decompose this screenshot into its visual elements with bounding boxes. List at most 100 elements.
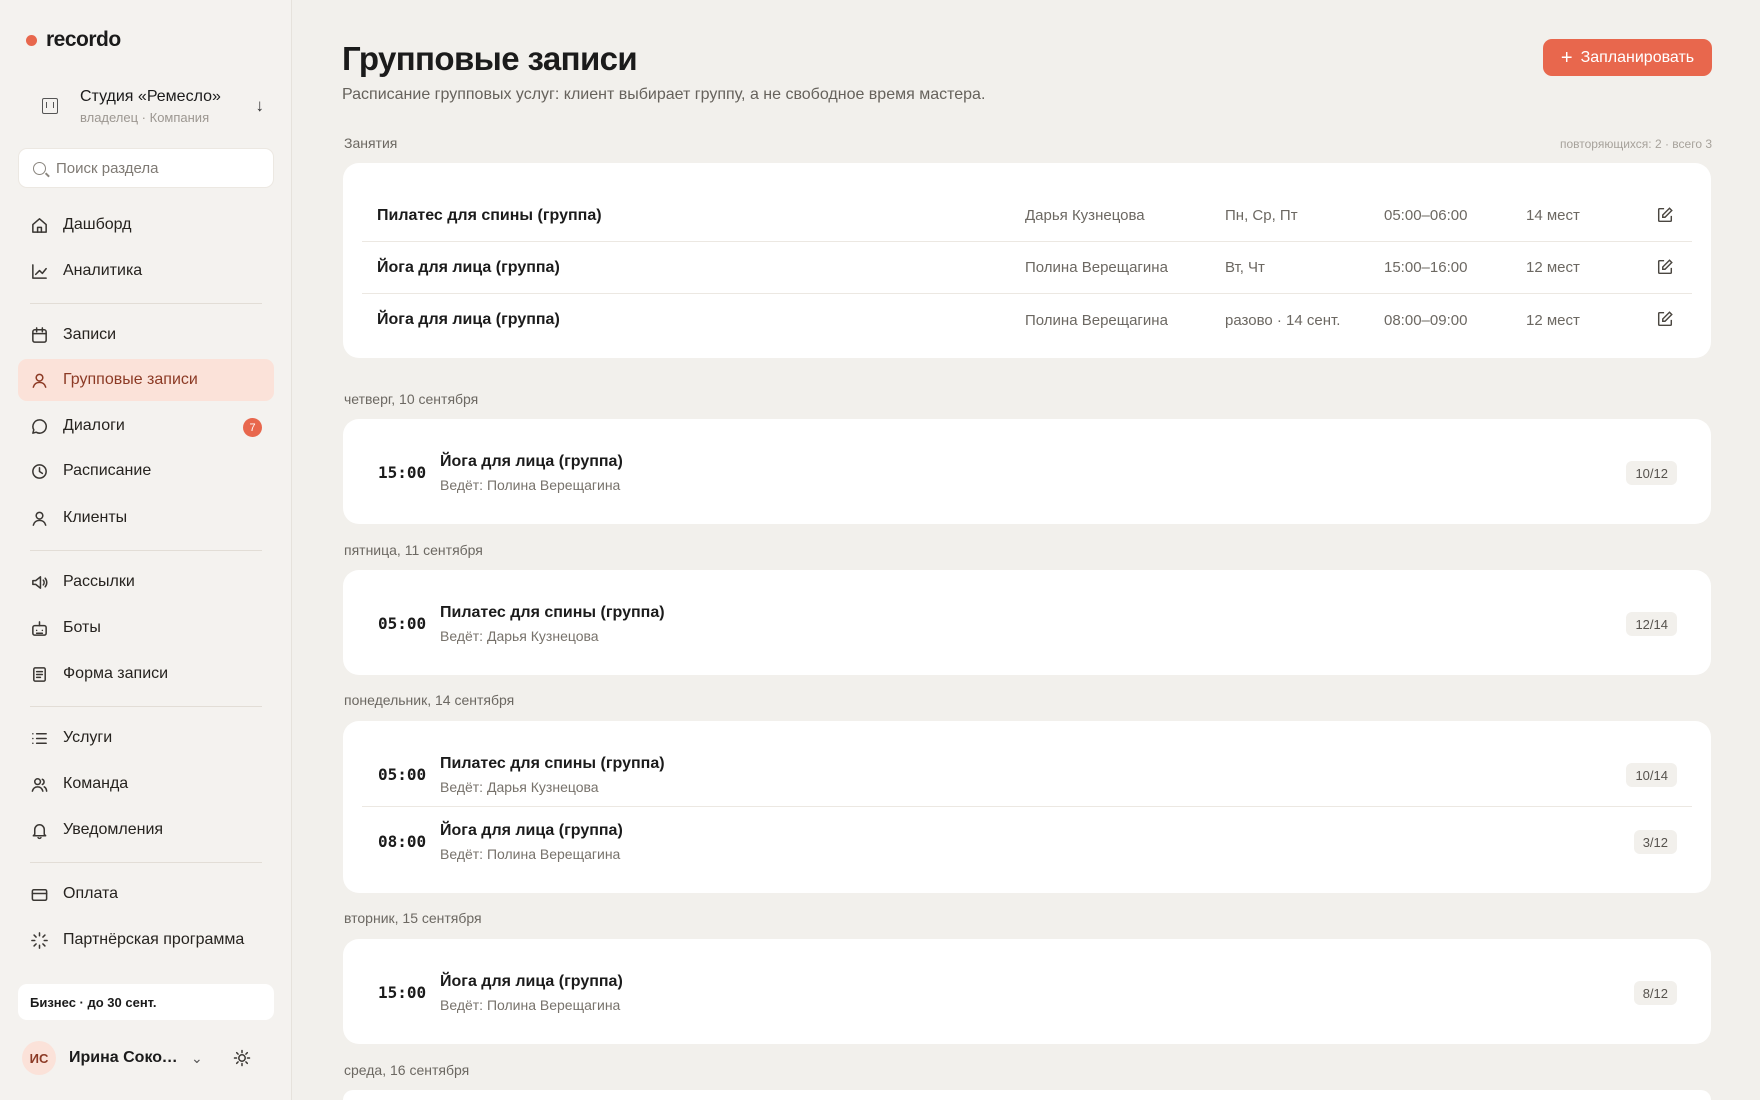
class-places: 14 мест — [1526, 207, 1580, 224]
sidebar-item-label: Боты — [63, 619, 101, 636]
list-icon — [28, 727, 50, 749]
sidebar-item-team[interactable]: Команда — [18, 763, 274, 805]
edit-icon[interactable] — [1656, 310, 1676, 330]
sidebar: recordo Студия «Ремесло» владелец · Комп… — [0, 0, 292, 1100]
logo[interactable]: recordo — [26, 28, 121, 52]
chat-bubble-icon — [28, 415, 50, 437]
company-role: владелец · Компания — [80, 109, 210, 125]
class-row[interactable]: Йога для лица (группа) Полина Верещагина… — [362, 294, 1692, 346]
user-name: Ирина Сокол... — [69, 1049, 181, 1066]
session-name: Йога для лица (группа) — [440, 822, 623, 839]
divider — [30, 550, 262, 551]
arrow-down-icon: ↓ — [255, 96, 265, 115]
session-lead: Ведёт: Полина Верещагина — [440, 997, 621, 1013]
company-name: Студия «Ремесло» — [80, 87, 221, 105]
sidebar-item-booking-form[interactable]: Форма записи — [18, 653, 274, 695]
calendar-icon — [28, 324, 50, 346]
class-name: Пилатес для спины (группа) — [377, 206, 602, 224]
day-card — [343, 1090, 1711, 1100]
sidebar-item-label: Уведомления — [63, 821, 164, 838]
sidebar-item-analytics[interactable]: Аналитика — [18, 250, 274, 292]
day-label: понедельник, 14 сентября — [344, 692, 515, 708]
sidebar-item-dialogs[interactable]: Диалоги 7 — [18, 405, 274, 447]
class-places: 12 мест — [1526, 259, 1580, 276]
session-row[interactable]: 15:00 Йога для лица (группа) Ведёт: Поли… — [343, 959, 1711, 1025]
session-row[interactable]: 15:00 Йога для лица (группа) Ведёт: Поли… — [343, 439, 1711, 505]
chart-icon — [28, 260, 50, 282]
schedule-button-label: Запланировать — [1580, 48, 1695, 66]
day-card: 05:00 Пилатес для спины (группа) Ведёт: … — [343, 570, 1711, 675]
sidebar-item-bots[interactable]: Боты — [18, 607, 274, 649]
sidebar-item-label: Команда — [63, 775, 129, 792]
class-days: разово · 14 сент. — [1225, 311, 1341, 329]
class-days: Пн, Ср, Пт — [1225, 207, 1298, 224]
sidebar-item-partner[interactable]: Партнёрская программа — [18, 919, 274, 961]
class-row[interactable]: Йога для лица (группа) Полина Верещагина… — [362, 242, 1692, 294]
sidebar-item-clients[interactable]: Клиенты — [18, 497, 274, 539]
search-icon — [33, 161, 46, 175]
user-menu[interactable]: ИС Ирина Сокол... ⌄ — [22, 1040, 272, 1076]
class-row[interactable]: Пилатес для спины (группа) Дарья Кузнецо… — [362, 190, 1692, 242]
divider — [30, 706, 262, 707]
sidebar-item-mailings[interactable]: Рассылки — [18, 561, 274, 603]
session-name: Пилатес для спины (группа) — [440, 604, 665, 621]
user-icon — [28, 507, 50, 529]
class-master: Полина Верещагина — [1025, 311, 1168, 329]
sidebar-item-payment[interactable]: Оплата — [18, 873, 274, 915]
class-days: Вт, Чт — [1225, 259, 1265, 276]
session-row[interactable]: 05:00 Пилатес для спины (группа) Ведёт: … — [362, 741, 1692, 807]
sidebar-item-schedule[interactable]: Расписание — [18, 450, 274, 492]
credit-card-icon — [28, 883, 50, 905]
class-master: Дарья Кузнецова — [1025, 207, 1145, 224]
sidebar-item-bookings[interactable]: Записи — [18, 314, 274, 356]
classes-card: Пилатес для спины (группа) Дарья Кузнецо… — [343, 163, 1711, 358]
session-row[interactable]: 05:00 Пилатес для спины (группа) Ведёт: … — [343, 590, 1711, 656]
capacity-badge: 3/12 — [1633, 830, 1677, 854]
capacity-badge: 8/12 — [1633, 981, 1677, 1005]
day-label: среда, 16 сентября — [344, 1062, 470, 1078]
sun-icon[interactable] — [232, 1048, 252, 1068]
chevron-down-icon: ⌄ — [191, 1049, 203, 1066]
class-name: Йога для лица (группа) — [377, 258, 560, 276]
sidebar-item-label: Дашборд — [63, 216, 132, 233]
clock-icon — [28, 460, 50, 482]
logo-dot-icon — [26, 34, 37, 46]
capacity-badge: 10/12 — [1626, 461, 1677, 485]
building-icon — [42, 98, 58, 114]
edit-icon[interactable] — [1656, 258, 1676, 278]
page-title: Групповые записи — [342, 40, 638, 77]
megaphone-icon — [28, 571, 50, 593]
session-name: Йога для лица (группа) — [440, 973, 623, 990]
capacity-badge: 10/14 — [1626, 763, 1677, 787]
class-master: Полина Верещагина — [1025, 259, 1168, 276]
sidebar-item-label: Рассылки — [63, 573, 135, 590]
sidebar-item-label: Диалоги — [63, 417, 125, 434]
users-icon — [28, 773, 50, 795]
day-label: вторник, 15 сентября — [344, 910, 482, 926]
company-switcher[interactable]: Студия «Ремесло» владелец · Компания ↓ — [18, 80, 274, 132]
session-row[interactable]: 08:00 Йога для лица (группа) Ведёт: Поли… — [343, 808, 1711, 874]
sidebar-item-group-bookings[interactable]: Групповые записи — [18, 359, 274, 401]
schedule-button[interactable]: + Запланировать — [1543, 39, 1712, 76]
logo-text: recordo — [46, 28, 121, 51]
sidebar-item-label: Партнёрская программа — [63, 931, 245, 948]
page-subtitle: Расписание групповых услуг: клиент выбир… — [342, 86, 986, 103]
class-time: 15:00–16:00 — [1384, 259, 1468, 276]
class-time: 08:00–09:00 — [1384, 311, 1468, 329]
day-card: 15:00 Йога для лица (группа) Ведёт: Поли… — [343, 939, 1711, 1044]
sidebar-item-label: Групповые записи — [63, 371, 198, 388]
classes-summary: повторяющихся: 2 · всего 3 — [1559, 137, 1712, 151]
sidebar-item-services[interactable]: Услуги — [18, 717, 274, 759]
sidebar-item-dashboard[interactable]: Дашборд — [18, 204, 274, 246]
sidebar-item-notifications[interactable]: Уведомления — [18, 809, 274, 851]
avatar: ИС — [22, 1041, 56, 1075]
plus-icon: + — [1560, 46, 1573, 69]
divider — [30, 862, 262, 863]
plan-badge[interactable]: Бизнес · до 30 сент. — [18, 984, 274, 1020]
sidebar-item-label: Услуги — [63, 729, 113, 746]
search-input[interactable] — [56, 159, 256, 177]
session-time: 05:00 — [378, 614, 427, 633]
home-icon — [28, 214, 50, 236]
edit-icon[interactable] — [1656, 206, 1676, 226]
session-time: 15:00 — [378, 463, 427, 482]
